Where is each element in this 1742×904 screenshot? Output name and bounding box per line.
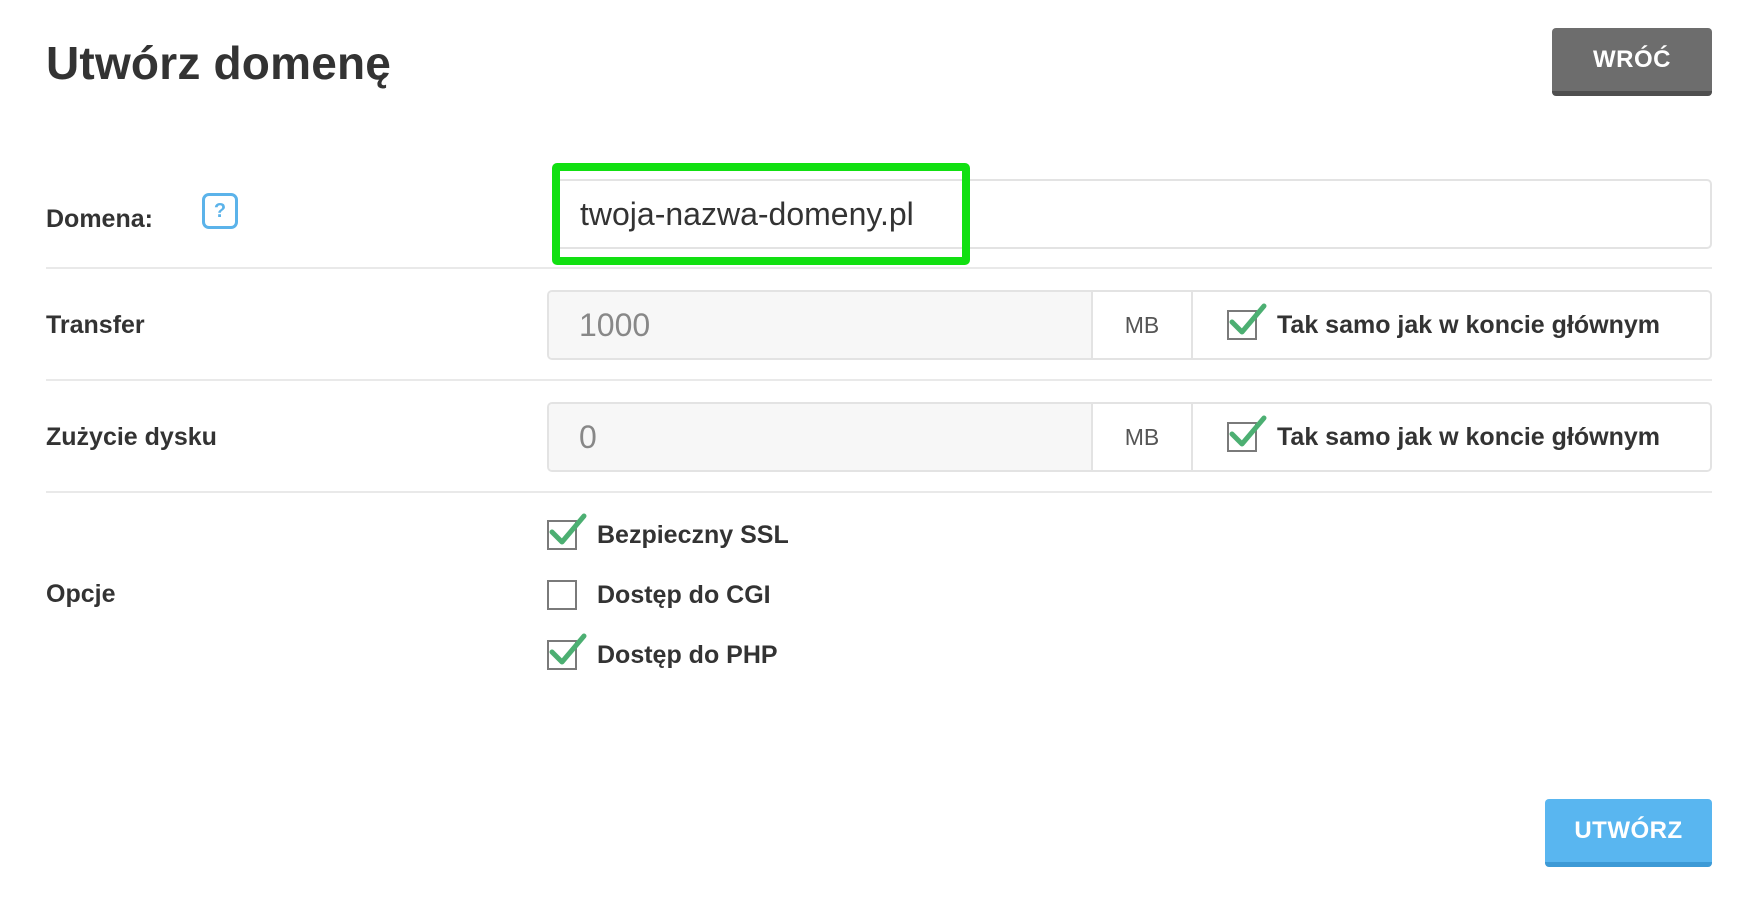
disk-label: Zużycie dysku	[46, 423, 217, 451]
create-domain-page: Utwórz domenę WRÓĆ Domena: ? Transfer MB…	[0, 0, 1742, 904]
option-cgi[interactable]: Dostęp do CGI	[547, 577, 771, 613]
option-php[interactable]: Dostęp do PHP	[547, 633, 778, 673]
disk-same-as-main[interactable]: Tak samo jak w koncie głównym	[1193, 404, 1710, 470]
transfer-unit: MB	[1093, 292, 1193, 358]
divider	[46, 491, 1712, 493]
php-checkbox[interactable]	[547, 633, 587, 670]
create-button[interactable]: UTWÓRZ	[1545, 799, 1712, 867]
transfer-input[interactable]	[549, 292, 1093, 358]
ssl-label: Bezpieczny SSL	[597, 520, 789, 549]
check-icon	[1229, 303, 1267, 335]
question-icon[interactable]: ?	[202, 193, 238, 229]
disk-input[interactable]	[549, 404, 1093, 470]
page-title: Utwórz domenę	[46, 37, 392, 89]
transfer-label: Transfer	[46, 311, 145, 339]
ssl-checkbox[interactable]	[547, 513, 587, 550]
check-icon	[1229, 415, 1267, 447]
transfer-same-as-main-checkbox[interactable]	[1227, 303, 1267, 340]
back-button[interactable]: WRÓĆ	[1552, 28, 1712, 96]
divider	[46, 379, 1712, 381]
disk-same-as-main-checkbox[interactable]	[1227, 415, 1267, 452]
transfer-same-as-main[interactable]: Tak samo jak w koncie głównym	[1193, 292, 1710, 358]
option-ssl[interactable]: Bezpieczny SSL	[547, 513, 789, 553]
disk-unit: MB	[1093, 404, 1193, 470]
domain-label: Domena:	[46, 205, 153, 233]
check-icon	[549, 513, 587, 545]
options-label: Opcje	[46, 580, 116, 608]
transfer-input-group: MB Tak samo jak w koncie głównym	[547, 290, 1712, 360]
php-label: Dostęp do PHP	[597, 640, 778, 669]
domain-input[interactable]	[552, 179, 1712, 249]
transfer-same-as-main-label: Tak samo jak w koncie głównym	[1277, 310, 1660, 339]
cgi-checkbox[interactable]	[547, 580, 577, 610]
check-icon	[549, 633, 587, 665]
disk-input-group: MB Tak samo jak w koncie głównym	[547, 402, 1712, 472]
divider	[46, 267, 1712, 269]
cgi-label: Dostęp do CGI	[597, 580, 771, 609]
disk-same-as-main-label: Tak samo jak w koncie głównym	[1277, 422, 1660, 451]
